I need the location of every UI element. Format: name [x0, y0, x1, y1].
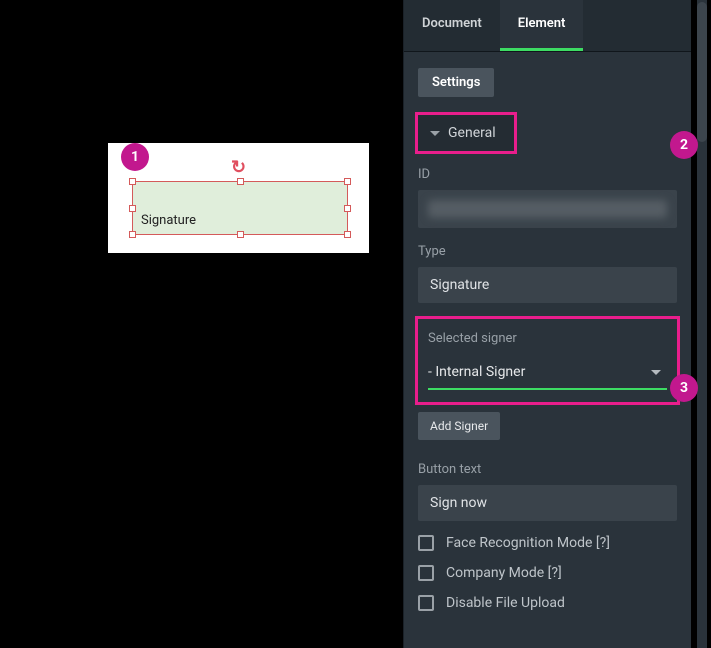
properties-panel: Document Element Settings General ID Typ…: [403, 0, 691, 648]
field-id: ID: [418, 167, 677, 228]
id-label: ID: [418, 167, 677, 182]
panel-body: Settings General ID Type Signature Selec…: [404, 52, 691, 648]
id-value[interactable]: [418, 190, 677, 228]
checkbox-disable-upload[interactable]: Disable File Upload: [418, 595, 677, 611]
type-label: Type: [418, 244, 677, 259]
checkbox-disable-upload-label: Disable File Upload: [446, 595, 565, 611]
annotation-badge-1: 1: [121, 143, 149, 171]
button-text-label: Button text: [418, 462, 677, 477]
checkbox-icon[interactable]: [418, 595, 434, 611]
signature-element[interactable]: Signature: [132, 181, 348, 235]
resize-handle-bm[interactable]: [237, 231, 244, 238]
rotate-handle-icon[interactable]: ↻: [231, 157, 246, 178]
annotation-badge-2: 2: [670, 131, 698, 159]
settings-button[interactable]: Settings: [418, 68, 494, 97]
chevron-down-icon: [651, 370, 661, 375]
checkbox-company-mode[interactable]: Company Mode [?]: [418, 565, 677, 581]
resize-handle-tl[interactable]: [129, 178, 136, 185]
checkbox-icon[interactable]: [418, 565, 434, 581]
field-button-text: Button text Sign now: [418, 462, 677, 521]
checkbox-icon[interactable]: [418, 535, 434, 551]
resize-handle-mr[interactable]: [344, 205, 351, 212]
type-value: Signature: [418, 267, 677, 303]
add-signer-button[interactable]: Add Signer: [418, 412, 500, 440]
checkbox-company-label: Company Mode [?]: [446, 565, 562, 581]
scrollbar-thumb[interactable]: [697, 2, 707, 142]
checkbox-face-recognition[interactable]: Face Recognition Mode [?]: [418, 535, 677, 551]
panel-tabs: Document Element: [404, 0, 691, 52]
tab-element[interactable]: Element: [500, 0, 584, 51]
section-general-label: General: [448, 125, 496, 141]
resize-handle-tm[interactable]: [237, 178, 244, 185]
collapse-icon: [430, 131, 440, 136]
resize-handle-tr[interactable]: [344, 178, 351, 185]
selected-signer-label: Selected signer: [428, 331, 667, 346]
signature-element-label: Signature: [141, 213, 196, 228]
resize-handle-bl[interactable]: [129, 231, 136, 238]
section-general-header[interactable]: General: [418, 115, 514, 151]
resize-handle-br[interactable]: [344, 231, 351, 238]
resize-handle-ml[interactable]: [129, 205, 136, 212]
tab-document[interactable]: Document: [404, 0, 500, 51]
annotation-badge-3: 3: [670, 374, 698, 402]
selected-signer-value: - Internal Signer: [428, 364, 525, 380]
selected-signer-block: Selected signer - Internal Signer: [418, 319, 677, 402]
button-text-value[interactable]: Sign now: [418, 485, 677, 521]
field-type: Type Signature: [418, 244, 677, 303]
checkbox-face-label: Face Recognition Mode [?]: [446, 535, 610, 551]
selected-signer-select[interactable]: - Internal Signer: [428, 356, 667, 390]
